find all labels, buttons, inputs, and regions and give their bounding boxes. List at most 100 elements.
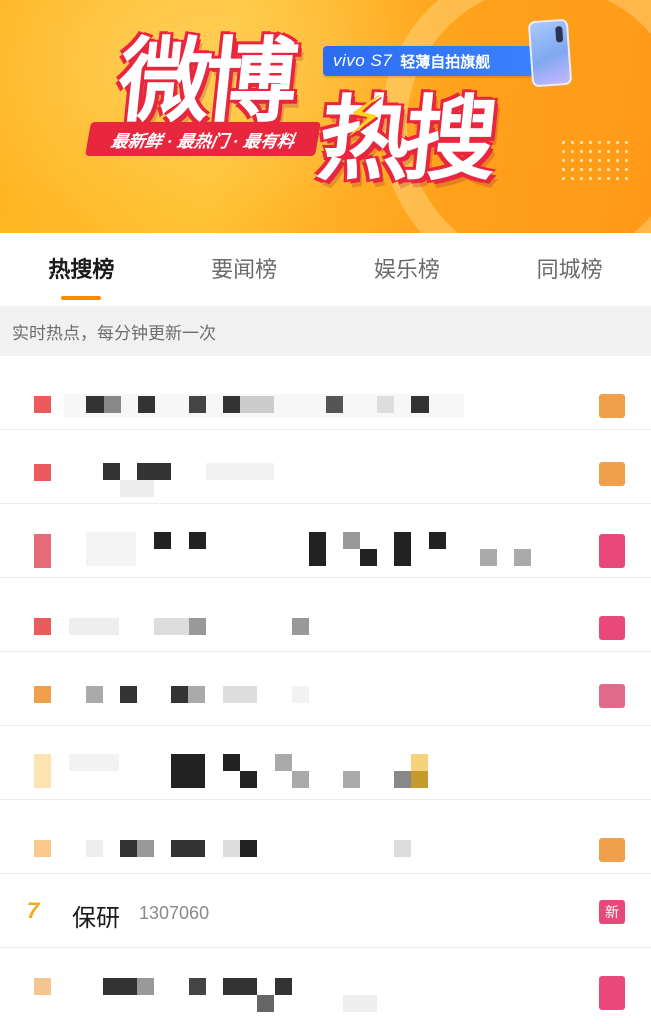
pixel-block: [223, 396, 240, 413]
hot-tag: [599, 394, 625, 418]
pixel-block: [240, 771, 257, 788]
pixel-block: [86, 532, 136, 566]
pixel-block: [189, 978, 206, 995]
tab-hot-search[interactable]: 热搜榜: [0, 233, 163, 306]
sponsor-brand: vivo S7: [333, 51, 393, 70]
list-item[interactable]: [0, 652, 651, 726]
pixel-block: [480, 549, 497, 566]
new-tag: 新: [599, 900, 625, 924]
pixel-block: [104, 396, 121, 413]
pixel-block: [189, 396, 206, 413]
tab-bar: 热搜榜 要闻榜 娱乐榜 同城榜: [0, 233, 651, 306]
pixel-block: [411, 754, 428, 771]
pixel-block: [137, 840, 154, 857]
tab-news[interactable]: 要闻榜: [163, 233, 326, 306]
pixel-block: [343, 532, 360, 549]
pixel-block: [343, 995, 377, 1012]
active-tab-indicator: [61, 296, 102, 300]
new-tag: [599, 684, 625, 708]
tab-local[interactable]: 同城榜: [488, 233, 651, 306]
hot-tag: [599, 462, 625, 486]
pixel-block: [120, 840, 137, 857]
new-tag: [599, 616, 625, 640]
banner-tagline: 最新鲜 · 最热门 · 最有料: [85, 122, 321, 156]
list-item[interactable]: 7 保研 1307060 新: [0, 874, 651, 948]
rank-badge: [34, 396, 51, 413]
realtime-notice: 实时热点，每分钟更新一次: [0, 306, 651, 356]
new-tag: [599, 534, 625, 568]
pixel-block: [171, 686, 188, 703]
pixel-block: [154, 532, 171, 549]
pixel-block: [309, 532, 326, 566]
rank-badge: [34, 534, 51, 568]
pixel-block: [138, 396, 155, 413]
pixel-block: [189, 618, 206, 635]
pixel-block: [103, 463, 120, 480]
pixel-block: [411, 396, 429, 413]
pixel-block: [514, 549, 531, 566]
pixel-block: [360, 549, 377, 566]
pixel-block: [223, 978, 257, 995]
pixel-block: [120, 686, 137, 703]
rank-badge: [34, 686, 51, 703]
pixel-block: [240, 396, 274, 413]
pixel-block: [171, 840, 205, 857]
list-item[interactable]: [0, 800, 651, 874]
pixel-block: [275, 754, 292, 771]
list-item[interactable]: [0, 504, 651, 578]
pixel-block: [429, 532, 446, 549]
rank-number: 7: [26, 898, 40, 923]
pixel-block: [69, 618, 119, 635]
banner-ad[interactable]: 微博 热搜 ⚡ vivo S7 轻薄自拍旗舰 最新鲜 · 最热门 · 最有料: [0, 0, 651, 233]
pixel-block: [206, 463, 274, 480]
pixel-block: [326, 396, 343, 413]
pixel-block: [86, 686, 103, 703]
pixel-block: [343, 771, 360, 788]
pixel-block: [189, 532, 206, 549]
pixel-block: [411, 771, 428, 788]
pixel-block: [223, 840, 240, 857]
pixel-block: [394, 532, 411, 566]
pixel-block: [137, 978, 154, 995]
rank-badge: [34, 840, 51, 857]
pixel-block: [292, 686, 309, 703]
pixel-block: [377, 396, 394, 413]
tab-label: 同城榜: [536, 257, 603, 282]
lightning-icon: ⚡: [345, 85, 385, 148]
pixel-block: [257, 995, 274, 1012]
tab-label: 娱乐榜: [373, 257, 440, 282]
heat-count: 1307060: [139, 903, 210, 923]
list-item[interactable]: [0, 356, 651, 430]
sponsor-badge[interactable]: vivo S7 轻薄自拍旗舰: [323, 46, 539, 76]
pixel-block: [137, 463, 171, 480]
rank-badge: [34, 464, 51, 481]
sponsor-slogan: 轻薄自拍旗舰: [400, 53, 491, 71]
pixel-block: [292, 618, 309, 635]
hot-search-logo-word: 热搜: [313, 86, 497, 193]
banner-dots-decoration: [559, 138, 629, 186]
pixel-block: [394, 771, 411, 788]
pixel-block: [103, 978, 137, 995]
tab-label: 要闻榜: [211, 257, 278, 282]
pixel-block: [69, 754, 119, 771]
pixel-block: [188, 686, 205, 703]
pixel-block: [171, 754, 205, 788]
hot-search-title[interactable]: 保研: [72, 898, 120, 933]
list-item[interactable]: [0, 948, 651, 1022]
pixel-block: [275, 978, 292, 995]
pixel-block: [223, 686, 257, 703]
list-item[interactable]: [0, 726, 651, 800]
pixel-block: [394, 840, 411, 857]
list-item[interactable]: [0, 430, 651, 504]
hot-tag: [599, 838, 625, 862]
rank-badge: [34, 978, 51, 995]
pixel-block: [120, 480, 154, 497]
pixel-block: [240, 840, 257, 857]
list-item[interactable]: [0, 578, 651, 652]
pixel-block: [86, 396, 104, 413]
tab-entertainment[interactable]: 娱乐榜: [326, 233, 489, 306]
rank-badge: [34, 618, 51, 635]
rank-badge: [34, 754, 51, 788]
pixel-block: [86, 840, 103, 857]
new-tag: [599, 976, 625, 1010]
